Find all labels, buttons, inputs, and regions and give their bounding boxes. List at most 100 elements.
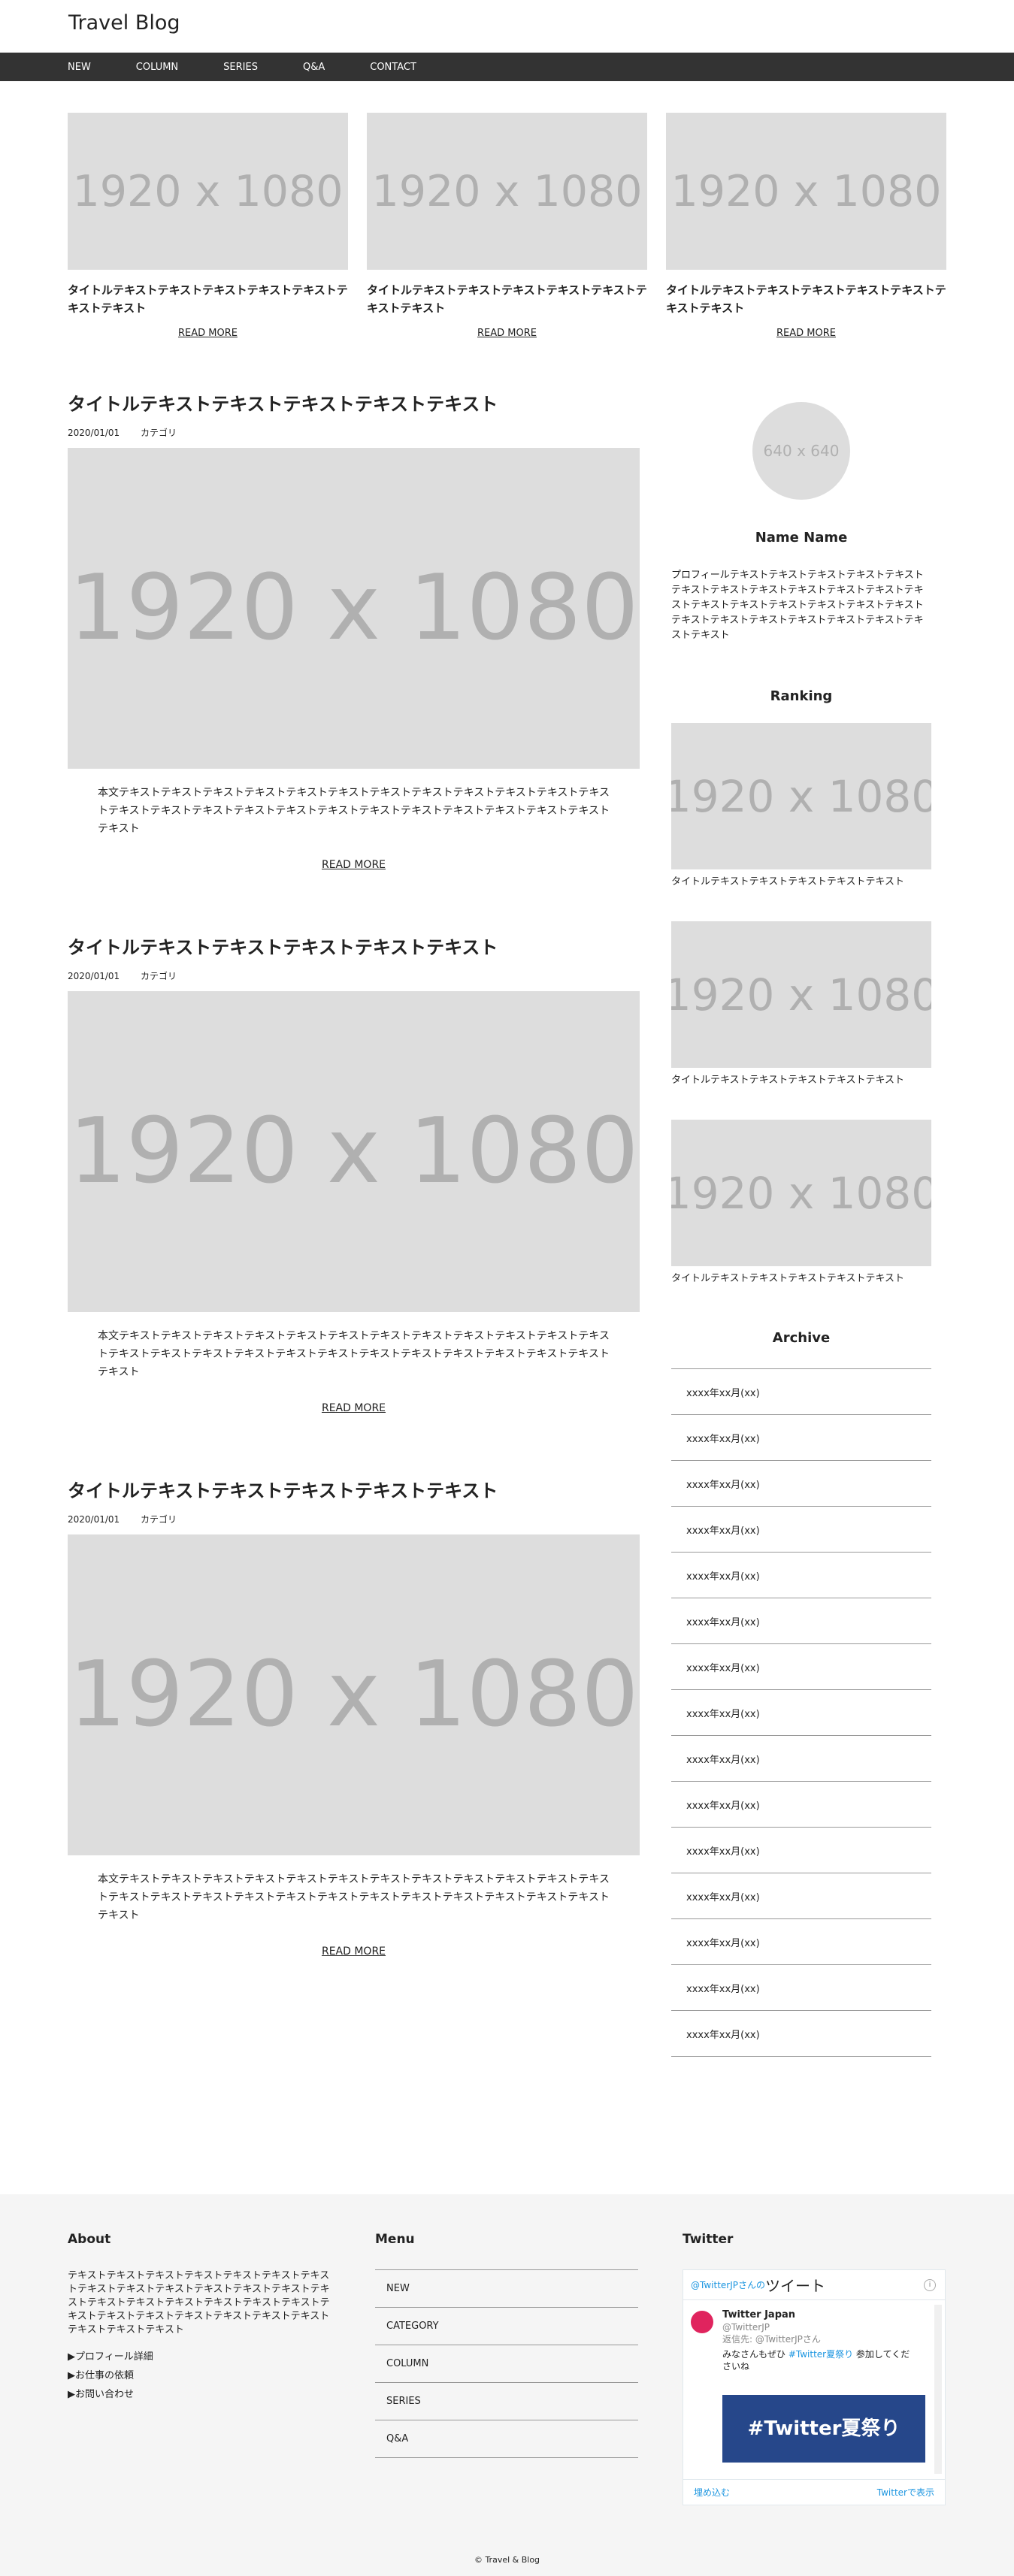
post-article: タイトルテキストテキストテキストテキストテキスト 2020/01/01 カテゴリ…: [68, 391, 640, 871]
footer-about-text: テキストテキストテキストテキストテキストテキストテキストテキストテキストテキスト…: [68, 2270, 330, 2336]
archive-item[interactable]: xxxx年xx月(xx): [671, 1553, 931, 1598]
avatar[interactable]: [691, 2311, 713, 2333]
archive-item[interactable]: xxxx年xx月(xx): [671, 1965, 931, 2011]
pickup-card[interactable]: 1920 x 1080 タイトルテキストテキストテキストテキストテキストテキスト…: [666, 113, 946, 339]
ranking-item[interactable]: 1920 x 1080 タイトルテキストテキストテキストテキストテキスト: [671, 921, 931, 1103]
ranking-item[interactable]: 1920 x 1080 タイトルテキストテキストテキストテキストテキスト: [671, 723, 931, 905]
twitter-head-prefix[interactable]: @TwitterJPさんの: [691, 2278, 765, 2291]
global-nav: NEW COLUMN SERIES Q&A CONTACT: [0, 53, 1014, 81]
archive-item[interactable]: xxxx年xx月(xx): [671, 1369, 931, 1415]
archive-item[interactable]: xxxx年xx月(xx): [671, 1644, 931, 1690]
footer-link-work[interactable]: ▶お仕事の依頼: [68, 2366, 331, 2385]
tweet-image[interactable]: #Twitter夏祭り: [722, 2395, 925, 2463]
pickup-card[interactable]: 1920 x 1080 タイトルテキストテキストテキストテキストテキストテキスト…: [68, 113, 348, 339]
archive-item[interactable]: xxxx年xx月(xx): [671, 1782, 931, 1828]
caret-right-icon: ▶: [68, 2389, 75, 2400]
footer-menu: Menu NEW CATEGORY COLUMN SERIES Q&A: [375, 2232, 638, 2458]
ranking-list: 1920 x 1080 タイトルテキストテキストテキストテキストテキスト 192…: [671, 723, 931, 1302]
twitter-embed-link[interactable]: 埋め込む: [694, 2486, 730, 2499]
tweet-author-name[interactable]: Twitter Japan: [722, 2309, 936, 2321]
ranking-image[interactable]: 1920 x 1080: [671, 1120, 931, 1266]
post-title[interactable]: タイトルテキストテキストテキストテキストテキスト: [68, 934, 640, 961]
footer-menu-series[interactable]: SERIES: [375, 2383, 638, 2420]
archive-item[interactable]: xxxx年xx月(xx): [671, 1736, 931, 1782]
twitter-timeline[interactable]: @TwitterJPさんの ツイート i Twitter Japan @Twitt…: [683, 2269, 946, 2505]
nav-qa[interactable]: Q&A: [303, 62, 325, 73]
tweet-author-handle[interactable]: @TwitterJP: [722, 2321, 936, 2333]
footer-menu-category[interactable]: CATEGORY: [375, 2308, 638, 2345]
nav-series[interactable]: SERIES: [223, 62, 258, 73]
footer-menu-list: NEW CATEGORY COLUMN SERIES Q&A: [375, 2269, 638, 2458]
post-category[interactable]: カテゴリ: [141, 428, 177, 438]
post-excerpt: 本文テキストテキストテキストテキストテキストテキストテキストテキストテキストテキ…: [98, 787, 610, 835]
archive-item[interactable]: xxxx年xx月(xx): [671, 1598, 931, 1644]
archive-item[interactable]: xxxx年xx月(xx): [671, 1461, 931, 1507]
post-date: 2020/01/01: [68, 428, 120, 438]
pickup-title[interactable]: タイトルテキストテキストテキストテキストテキストテキストテキスト: [367, 281, 647, 319]
read-more-link[interactable]: READ MORE: [68, 1402, 640, 1414]
post-category[interactable]: カテゴリ: [141, 971, 177, 981]
read-more-link[interactable]: READ MORE: [367, 328, 647, 339]
pickup-title[interactable]: タイトルテキストテキストテキストテキストテキストテキストテキスト: [68, 281, 348, 319]
copyright: © Travel & Blog: [474, 2555, 540, 2565]
archive-item[interactable]: xxxx年xx月(xx): [671, 1507, 931, 1553]
archive-item[interactable]: xxxx年xx月(xx): [671, 1828, 931, 1873]
info-icon[interactable]: i: [924, 2279, 936, 2291]
footer-about: About テキストテキストテキストテキストテキストテキストテキストテキストテキ…: [68, 2232, 331, 2404]
footer-link-profile[interactable]: ▶プロフィール詳細: [68, 2348, 331, 2366]
post-date: 2020/01/01: [68, 971, 120, 981]
ranking-item[interactable]: 1920 x 1080 タイトルテキストテキストテキストテキストテキスト: [671, 1120, 931, 1302]
footer-about-heading: About: [68, 2232, 111, 2247]
pickup-image[interactable]: 1920 x 1080: [68, 113, 348, 270]
ranking-image[interactable]: 1920 x 1080: [671, 723, 931, 869]
post-category[interactable]: カテゴリ: [141, 1514, 177, 1525]
ranking-title[interactable]: タイトルテキストテキストテキストテキストテキスト: [671, 875, 931, 905]
read-more-link[interactable]: READ MORE: [666, 328, 946, 339]
post-image[interactable]: 1920 x 1080: [68, 991, 640, 1312]
post-image[interactable]: 1920 x 1080: [68, 1534, 640, 1855]
footer-link-contact[interactable]: ▶お問い合わせ: [68, 2385, 331, 2404]
post-image[interactable]: 1920 x 1080: [68, 448, 640, 769]
archive-item[interactable]: xxxx年xx月(xx): [671, 1690, 931, 1736]
ranking-title[interactable]: タイトルテキストテキストテキストテキストテキスト: [671, 1271, 931, 1302]
nav-contact[interactable]: CONTACT: [370, 62, 416, 73]
footer-menu-qa[interactable]: Q&A: [375, 2420, 638, 2458]
nav-column[interactable]: COLUMN: [136, 62, 178, 73]
tweet[interactable]: Twitter Japan @TwitterJP 返信先: @TwitterJP…: [683, 2300, 945, 2463]
archive-item[interactable]: xxxx年xx月(xx): [671, 1415, 931, 1461]
nav-new[interactable]: NEW: [68, 62, 91, 73]
read-more-link[interactable]: READ MORE: [68, 328, 348, 339]
twitter-view-link[interactable]: Twitterで表示: [877, 2486, 934, 2499]
read-more-link[interactable]: READ MORE: [68, 859, 640, 871]
pickup-image[interactable]: 1920 x 1080: [666, 113, 946, 270]
archive-list: xxxx年xx月(xx) xxxx年xx月(xx) xxxx年xx月(xx) x…: [671, 1368, 931, 2057]
caret-right-icon: ▶: [68, 2351, 75, 2363]
post-title[interactable]: タイトルテキストテキストテキストテキストテキスト: [68, 1477, 640, 1504]
tweet-text-pre: みなさんもぜひ: [722, 2349, 788, 2360]
archive-item[interactable]: xxxx年xx月(xx): [671, 1873, 931, 1919]
site-header: Travel Blog: [0, 0, 1014, 53]
pickup-card[interactable]: 1920 x 1080 タイトルテキストテキストテキストテキストテキストテキスト…: [367, 113, 647, 339]
archive-heading: Archive: [772, 1330, 831, 1346]
ranking-title[interactable]: タイトルテキストテキストテキストテキストテキスト: [671, 1073, 931, 1103]
site-logo[interactable]: Travel Blog: [68, 11, 180, 35]
profile-name: Name Name: [755, 530, 848, 546]
site-footer: About テキストテキストテキストテキストテキストテキストテキストテキストテキ…: [0, 2194, 1014, 2576]
pickup-title[interactable]: タイトルテキストテキストテキストテキストテキストテキストテキスト: [666, 281, 946, 319]
post-title[interactable]: タイトルテキストテキストテキストテキストテキスト: [68, 391, 640, 418]
footer-menu-new[interactable]: NEW: [375, 2270, 638, 2308]
ranking-image[interactable]: 1920 x 1080: [671, 921, 931, 1068]
twitter-head-main: ツイート: [765, 2277, 825, 2295]
post-meta: 2020/01/01 カテゴリ: [68, 1513, 640, 1525]
pickup-image[interactable]: 1920 x 1080: [367, 113, 647, 270]
post-article: タイトルテキストテキストテキストテキストテキスト 2020/01/01 カテゴリ…: [68, 934, 640, 1414]
sidebar: 640 x 640 Name Name プロフィールテキストテキストテキストテキ…: [671, 391, 931, 2057]
archive-item[interactable]: xxxx年xx月(xx): [671, 2011, 931, 2057]
twitter-timeline-header[interactable]: @TwitterJPさんの ツイート: [683, 2270, 945, 2300]
footer-menu-column[interactable]: COLUMN: [375, 2345, 638, 2383]
read-more-link[interactable]: READ MORE: [68, 1946, 640, 1958]
footer-menu-heading: Menu: [375, 2232, 415, 2247]
tweet-text: みなさんもぜひ #Twitter夏祭り 参加してくださいね: [722, 2348, 918, 2372]
archive-item[interactable]: xxxx年xx月(xx): [671, 1919, 931, 1965]
tweet-hashtag[interactable]: #Twitter夏祭り: [788, 2349, 853, 2360]
